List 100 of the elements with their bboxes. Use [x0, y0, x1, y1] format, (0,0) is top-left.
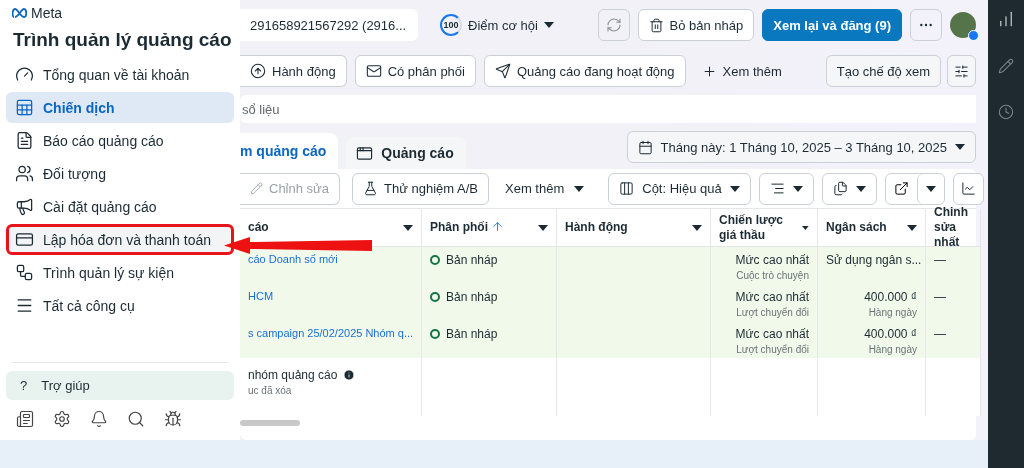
campaign-link[interactable]: cáo Doanh số mới [248, 253, 338, 265]
sliders-icon [954, 63, 969, 79]
filter-chip[interactable]: Quảng cáo đang hoạt động [483, 55, 686, 87]
tab[interactable]: m quảng cáo [240, 133, 339, 169]
avatar[interactable] [950, 12, 976, 38]
column-header[interactable]: Chiến lược giá thầu [719, 212, 795, 243]
search-field[interactable]: sổ liệu [240, 95, 976, 123]
menu-icon [15, 296, 34, 315]
table-cell: Bản nháp [422, 284, 557, 321]
send-icon [494, 63, 511, 79]
filter-chip[interactable]: Hành động [240, 55, 347, 87]
caret-icon [729, 185, 740, 192]
breakdown-icon [769, 181, 785, 196]
ab-test-button[interactable]: Thử nghiệm A/B [352, 172, 489, 205]
refresh-button[interactable] [597, 9, 630, 41]
column-header[interactable]: Hành động [565, 220, 628, 235]
caret-icon [543, 22, 554, 28]
more-actions-dropdown[interactable]: Xem thêm [497, 172, 593, 205]
network-icon [15, 263, 34, 282]
pencil-icon [250, 182, 263, 195]
table-cell: — [926, 321, 981, 358]
pencil-icon [998, 58, 1014, 74]
table-cell: — [926, 284, 981, 321]
caret-icon [574, 185, 585, 192]
table-cell: 400.000 ₫ Hàng ngày [818, 284, 926, 321]
document-icon [15, 131, 34, 150]
table-cell: Bản nháp [422, 321, 557, 358]
table-cell: Bản nháp [422, 247, 557, 284]
publish-button[interactable]: Xem lại và đăng (9) [762, 9, 902, 41]
bell-icon [90, 410, 108, 428]
credit-card-icon [15, 230, 34, 249]
tab[interactable]: Quảng cáo [346, 137, 466, 169]
account-dropdown[interactable]: 291658921567292 (2916... [240, 9, 418, 41]
arrow-up-circle-icon [250, 63, 266, 79]
settings-icon [53, 410, 71, 428]
people-icon [15, 164, 34, 183]
info-icon [343, 369, 356, 381]
reports-icon [832, 181, 848, 196]
table-cell: Sử dụng ngân s... [818, 247, 926, 284]
sidebar-item[interactable]: Cài đặt quảng cáo [6, 191, 234, 222]
table-cell: Mức cao nhất Cuộc trò chuyện [711, 247, 818, 284]
search-icon [127, 410, 145, 428]
app-title: Trình quản lý quảng cáo [13, 28, 232, 52]
megaphone-icon [15, 197, 34, 216]
envelope-icon [365, 63, 382, 79]
sort-arrow-icon [491, 220, 505, 233]
table-cell: 400.000 ₫ Hàng ngày [818, 321, 926, 358]
filter-chip[interactable]: Có phân phối [354, 55, 476, 87]
opportunity-score-dropdown[interactable]: 100 Điểm cơ hội [432, 9, 562, 41]
status-dot-icon [430, 255, 440, 265]
column-header[interactable]: cáo [248, 220, 269, 235]
sidebar-item[interactable]: Trình quản lý sự kiện [6, 257, 234, 288]
caret-icon [403, 224, 413, 231]
trash-icon [648, 17, 664, 33]
calendar-icon [637, 139, 653, 155]
create-view-button[interactable]: Tạo chế độ xem [825, 55, 941, 87]
meta-logo: Meta [6, 6, 234, 20]
columns-icon [619, 181, 635, 196]
sidebar-item[interactable]: Báo cáo quảng cáo [6, 125, 234, 156]
clock-icon [998, 104, 1014, 120]
chart-icon [960, 181, 976, 196]
plus-icon [701, 63, 717, 79]
refresh-icon [605, 17, 622, 33]
caret-icon [855, 185, 866, 192]
scrollbar[interactable] [240, 420, 300, 426]
table-cell: — [926, 247, 981, 284]
export-menu-button[interactable] [916, 173, 944, 204]
sidebar-item[interactable]: Lập hóa đơn và thanh toán [6, 224, 234, 255]
gauge-icon [15, 65, 34, 84]
more-filters-button[interactable]: Xem thêm [693, 55, 790, 87]
caret-icon [692, 224, 702, 231]
export-icon [893, 181, 909, 196]
bar-chart-icon [997, 10, 1015, 28]
caret-icon [538, 224, 548, 231]
help-item[interactable]: ? Trợ giúp [6, 371, 234, 400]
table-cell: Mức cao nhất Lượt chuyển đổi [711, 284, 818, 321]
sidebar-item[interactable]: Chiến dịch [6, 92, 234, 123]
column-header[interactable]: Ngân sách [826, 220, 887, 235]
columns-dropdown[interactable]: Cột: Hiệu quả [608, 172, 751, 205]
date-range-dropdown[interactable]: Tháng này: 1 Tháng 10, 2025 – 3 Tháng 10, 2025 [626, 131, 976, 163]
bug-icon [164, 410, 182, 428]
column-header[interactable]: Chinh sửa nhất [934, 205, 968, 250]
reports-dropdown[interactable] [821, 172, 877, 205]
sidebar-item[interactable]: Tổng quan về tài khoản [6, 59, 234, 90]
sidebar-item[interactable]: Đối tượng [6, 158, 234, 189]
newspaper-icon [16, 410, 34, 428]
view-settings-button[interactable] [947, 55, 976, 87]
campaign-link[interactable]: HCM [248, 290, 274, 302]
status-dot-icon [430, 329, 440, 339]
caret-icon [802, 224, 809, 231]
discard-drafts-button[interactable]: Bỏ bản nháp [637, 9, 755, 41]
chart-button[interactable] [952, 172, 984, 205]
caret-icon [792, 185, 803, 192]
column-header[interactable]: Phân phối [430, 220, 505, 235]
caret-icon [907, 224, 917, 231]
breakdown-dropdown[interactable] [758, 172, 814, 205]
campaign-link[interactable]: s campaign 25/02/2025 Nhóm q... [248, 327, 414, 339]
sidebar-item[interactable]: Tất cả công cụ [6, 290, 234, 321]
window-icon [356, 144, 374, 162]
table-icon [15, 98, 34, 117]
